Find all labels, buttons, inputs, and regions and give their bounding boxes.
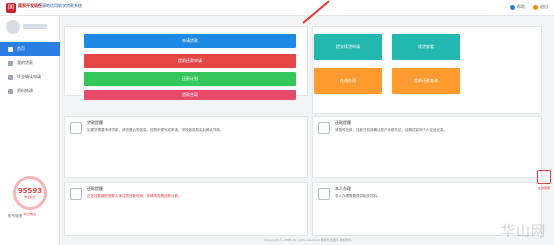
sidebar: 首页 我的贷款 毕业确认申请 资料修改 95593 学生积分 积分信息 账号管理 xyxy=(0,16,60,245)
sidebar-item-profile[interactable]: 资料修改 xyxy=(0,84,60,98)
tile-early-repay-query[interactable]: 提前还款查询 xyxy=(392,68,460,94)
customer-service-panel[interactable]: 在线客服 xyxy=(536,170,552,190)
bank-logo-icon: 国 xyxy=(6,3,16,13)
sidebar-item-home[interactable]: 首页 xyxy=(0,42,60,56)
top-bar: 国 国家开发银行 生源地信用助学贷款系统 帮助 退出 xyxy=(0,0,554,16)
watermark: 华山网 xyxy=(501,224,546,240)
main-content: 申请贷款 提前还款申请 还款计划 贷款合同 提交续贷申请 续贷查看 在线办理 提… xyxy=(62,0,554,245)
sidebar-item-my-loans[interactable]: 我的贷款 xyxy=(0,56,60,70)
score-box: 95593 学生积分 积分信息 xyxy=(4,176,56,216)
apply-loan-button[interactable]: 申请贷款 xyxy=(84,34,296,48)
tile-renew-apply[interactable]: 提交续贷申请 xyxy=(314,34,382,60)
calendar-icon xyxy=(70,188,82,200)
notice-repay: 还款提醒 请按时还款，还款日前请确认账户余额充足，逾期将影响个人征信记录。 xyxy=(312,116,542,178)
bell-icon xyxy=(318,122,330,134)
top-actions: 帮助 退出 xyxy=(510,4,548,10)
help-link[interactable]: 帮助 xyxy=(510,4,525,10)
logout-icon xyxy=(533,4,538,10)
score-value: 95593 xyxy=(17,187,43,195)
early-repay-button[interactable]: 提前还款申请 xyxy=(84,54,296,68)
contract-button[interactable]: 贷款合同 xyxy=(84,90,296,100)
sidebar-item-graduation[interactable]: 毕业确认申请 xyxy=(0,70,60,84)
tile-renew-view[interactable]: 续贷查看 xyxy=(392,34,460,60)
user-icon xyxy=(318,188,330,200)
username-placeholder xyxy=(23,24,47,29)
system-title: 生源地信用助学贷款系统 xyxy=(38,3,82,8)
score-circle: 95593 学生积分 xyxy=(13,176,47,210)
tile-online[interactable]: 在线办理 xyxy=(314,68,382,94)
account-management-link[interactable]: 账号管理 xyxy=(8,214,22,219)
footer: Copyright © 2005 All rights reserved 国家开… xyxy=(264,238,352,242)
avatar xyxy=(6,20,20,34)
score-label: 学生积分 xyxy=(23,195,36,199)
document-icon xyxy=(70,122,82,134)
logout-link[interactable]: 退出 xyxy=(533,4,548,10)
profile xyxy=(6,20,54,44)
home-icon xyxy=(8,46,13,52)
graduation-icon xyxy=(8,74,13,80)
notice-repay-red: 还款提醒 正在还款期的借款人请注意还款时间，详情请查看还款计划。 xyxy=(64,182,308,236)
repay-plan-button[interactable]: 还款计划 xyxy=(84,72,296,86)
help-icon xyxy=(510,4,515,10)
notice-loan: 贷款提醒 如果您需要申请贷款，请查看合同信息，按照步骤完成申请。学校信息核实后确… xyxy=(64,116,308,178)
edit-icon xyxy=(8,88,13,94)
loan-icon xyxy=(8,60,13,66)
headphone-icon xyxy=(537,170,551,184)
